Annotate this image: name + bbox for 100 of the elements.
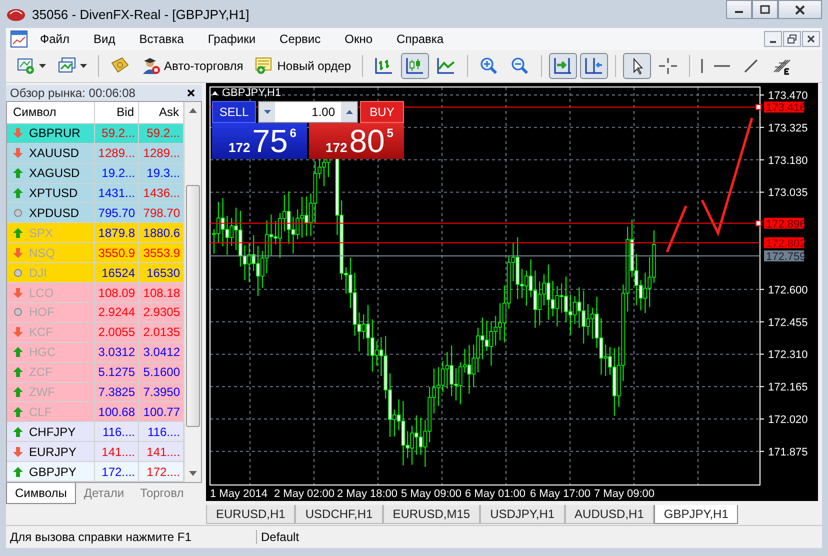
symbol-row[interactable]: HGC 3.0312 3.0412 [7, 342, 184, 363]
status-text: Для вызова справки нажмите F1 [6, 530, 257, 544]
restore-button[interactable] [783, 31, 801, 47]
price-axis-label: 172.455 [768, 316, 808, 329]
chart-tab[interactable]: EURUSD,M15 [382, 505, 480, 524]
scrollbar[interactable] [184, 102, 201, 482]
symbol-row[interactable]: GBPJPY 172.... 172.... [7, 462, 184, 482]
chart-tab[interactable]: USDCHF,H1 [295, 505, 383, 524]
bid-cell: 2.9244 [95, 302, 139, 322]
column-header[interactable]: Символ [7, 102, 95, 123]
chart-tab[interactable]: AUDUSD,H1 [564, 505, 654, 524]
menu-item[interactable]: Вид [82, 30, 128, 48]
symbol-row[interactable]: XAUUSD 1289... 1289... [7, 144, 184, 164]
close-icon [795, 4, 805, 14]
line-handle-icon[interactable] [756, 104, 762, 110]
toolbar-button[interactable] [401, 53, 430, 79]
symbol-cell: SPX [29, 226, 54, 240]
vertical-line-icon [701, 59, 704, 73]
price-axis-label: 172.165 [768, 382, 808, 394]
symbol-cell: EURJPY [29, 444, 76, 459]
symbol-row[interactable]: ZWF 7.3825 7.3950 [7, 382, 184, 402]
profiles-icon [57, 57, 77, 75]
panel-tab[interactable]: Детали [76, 483, 132, 503]
scroll-thumb[interactable] [186, 185, 200, 427]
bid-cell: 172.... [95, 462, 139, 482]
toolbar-button[interactable] [623, 53, 652, 79]
symbol-row[interactable]: XPDUSD 795.70 798.70 [7, 203, 184, 224]
auto-trading-button[interactable]: Авто-торговля [137, 53, 248, 79]
chart-tab[interactable]: GBPJPY,H1 [654, 505, 738, 524]
minimize-button[interactable] [726, 0, 752, 19]
maximize-button[interactable] [752, 0, 778, 19]
line-handle-icon[interactable] [756, 220, 762, 226]
bid-cell: 1879.8 [95, 223, 139, 242]
chart-tab[interactable]: USDJPY,H1 [480, 505, 565, 524]
zoom-out-icon [510, 57, 530, 75]
time-axis-label: 5 May 09:00 [401, 488, 462, 500]
bid-cell: 5.1275 [95, 362, 139, 382]
symbol-cell: HOF [29, 305, 54, 320]
toolbar-button[interactable] [549, 53, 578, 79]
toolbar-button[interactable] [580, 53, 608, 79]
panel-tab[interactable]: Символы [6, 483, 76, 504]
menu-item[interactable]: Вставка [127, 30, 196, 48]
symbol-row[interactable]: DJI 16524 16530 [7, 263, 184, 284]
volume-field[interactable]: 1.00 [258, 101, 358, 123]
sell-button[interactable]: SELL [212, 101, 256, 123]
symbol-row[interactable]: XAGUSD 19.2... 19.3... [7, 164, 184, 184]
panel-tab[interactable]: Торговл [132, 483, 192, 503]
bid-cell: 1431... [95, 184, 139, 202]
restore-icon [787, 34, 797, 44]
symbol-cell: DJI [29, 266, 47, 280]
column-header[interactable]: Bid [95, 102, 139, 123]
time-axis-label: 1 May 2014 [210, 488, 268, 500]
new-chart-icon [16, 57, 36, 75]
menu-item[interactable]: Графики [196, 30, 268, 48]
bid-cell: 108.09 [95, 283, 139, 302]
symbol-row[interactable]: XPTUSD 1431... 1436... [7, 184, 184, 204]
symbol-cell: HGC [29, 345, 56, 360]
price-axis-label: 173.470 [768, 90, 808, 102]
price-axis-label: 173.035 [768, 187, 808, 200]
increase-button[interactable] [341, 102, 357, 122]
symbol-row[interactable]: GBPRUR 59.2... 59.2... [7, 124, 184, 144]
bid-cell: 16524 [95, 263, 139, 282]
symbol-row[interactable]: SPX 1879.8 1880.6 [7, 223, 184, 244]
horizontal-line-icon [714, 65, 730, 67]
new-order-icon [254, 57, 274, 75]
symbol-row[interactable]: CHFJPY 116.... 116.... [7, 422, 184, 442]
menu-item[interactable]: Справка [384, 30, 456, 48]
new-order-button[interactable]: Новый ордер [250, 53, 356, 79]
candlestick-icon [405, 57, 426, 75]
symbol-cell: KCF [29, 325, 53, 340]
time-axis-label: 2 May 18:00 [337, 488, 398, 500]
price-axis-label: 173.180 [768, 154, 808, 167]
scroll-up-icon [189, 108, 197, 113]
menu-item[interactable]: Сервис [268, 30, 333, 48]
chart-tab[interactable]: EURUSD,H1 [206, 505, 296, 524]
minimize-button[interactable] [764, 31, 782, 47]
price-axis-label: 172.020 [768, 414, 808, 426]
zoom-in-icon [479, 57, 500, 75]
symbol-cell: ZWF [29, 385, 55, 400]
buy-button[interactable]: BUY [360, 101, 404, 123]
bid-cell: 59.2... [95, 124, 139, 143]
close-icon [807, 35, 815, 43]
symbol-row[interactable]: CLF 100.68 100.77 [7, 402, 184, 422]
menu-item[interactable]: Окно [332, 30, 385, 48]
bid-cell: 116.... [95, 422, 139, 442]
bid-cell: 19.2... [95, 164, 139, 183]
symbol-cell: XPDUSD [29, 206, 80, 220]
time-axis-label: 6 May 01:00 [465, 488, 526, 500]
symbol-row[interactable]: ZCF 5.1275 5.1600 [7, 362, 184, 383]
fibonacci-icon [772, 57, 792, 75]
decrease-button[interactable] [259, 102, 275, 122]
bid-cell: 7.3825 [95, 382, 139, 402]
menu-item[interactable]: Файл [28, 30, 82, 48]
window-title: 35056 - DivenFX-Real - [GBPJPY,H1] [32, 6, 250, 22]
line-chart-icon [436, 57, 456, 75]
time-axis-label: 7 May 09:00 [594, 488, 655, 500]
close-button[interactable] [778, 0, 822, 19]
close-button[interactable] [802, 31, 820, 47]
price-axis-label: 171.875 [768, 446, 808, 458]
symbol-row[interactable]: EURJPY 141.... 141.... [7, 442, 184, 462]
